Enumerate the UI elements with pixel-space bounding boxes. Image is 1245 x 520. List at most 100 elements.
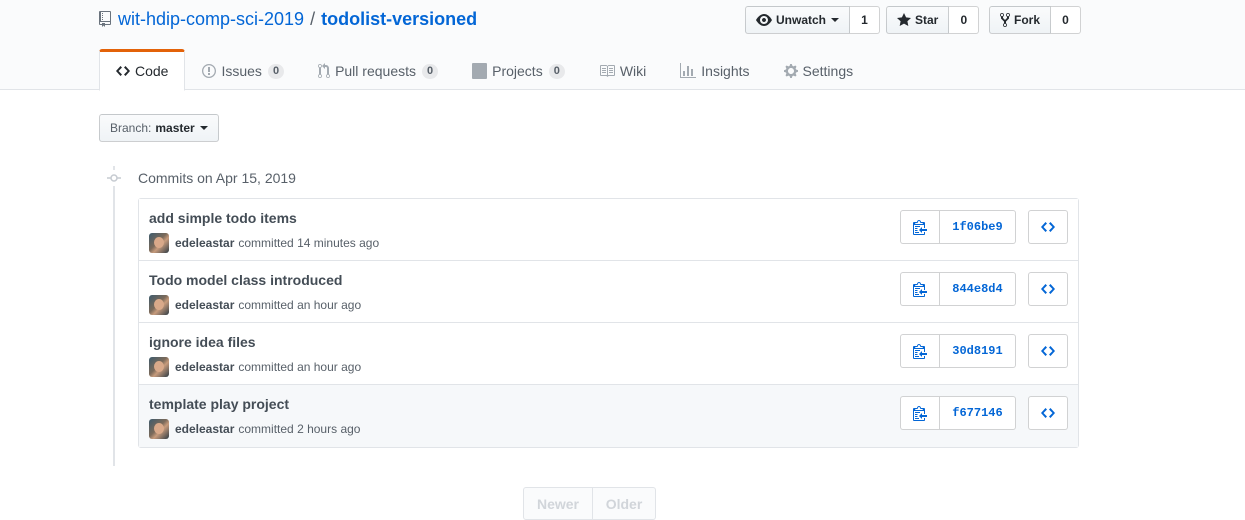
repo-owner-link[interactable]: wit-hdip-comp-sci-2019 — [118, 9, 304, 30]
tab-projects[interactable]: Projects 0 — [455, 49, 582, 91]
project-icon — [472, 63, 488, 79]
repo-separator: / — [310, 8, 316, 29]
clippy-icon — [913, 406, 927, 421]
commit-author-link[interactable]: edeleastar — [175, 236, 234, 250]
commit-message-link[interactable]: template play project — [149, 396, 289, 412]
commit-row: add simple todo items edeleastar committ… — [139, 199, 1078, 261]
tab-insights[interactable]: Insights — [663, 49, 766, 91]
code-icon — [1041, 222, 1055, 232]
repo-forked-icon — [1000, 12, 1010, 28]
older-button: Older — [593, 487, 656, 520]
git-pull-request-icon — [318, 63, 331, 79]
commit-sha-link[interactable]: 844e8d4 — [940, 272, 1016, 306]
fork-label: Fork — [1014, 13, 1041, 27]
commit-author-link[interactable]: edeleastar — [175, 360, 234, 374]
watchers-count[interactable]: 1 — [850, 6, 881, 34]
star-icon — [897, 13, 911, 26]
newer-button: Newer — [523, 487, 593, 520]
commit-row: template play project edeleastar committ… — [139, 385, 1078, 447]
tab-issues[interactable]: Issues 0 — [185, 49, 301, 91]
commit-actions: f677146 — [900, 396, 1068, 430]
commit-actions: 1f06be9 — [900, 210, 1068, 244]
commit-author-link[interactable]: edeleastar — [175, 298, 234, 312]
unwatch-button[interactable]: Unwatch — [745, 6, 851, 34]
commit-actions: 30d8191 — [900, 334, 1068, 368]
watch-group: Unwatch 1 — [745, 6, 881, 34]
star-group: Star 0 — [886, 6, 980, 34]
branch-name: master — [155, 121, 195, 135]
forks-count[interactable]: 0 — [1051, 6, 1082, 34]
pagination: Newer Older — [523, 487, 656, 520]
copy-sha-button[interactable] — [900, 396, 940, 430]
projects-counter: 0 — [548, 63, 565, 79]
issue-opened-icon — [202, 64, 217, 78]
commit-actions: 844e8d4 — [900, 272, 1068, 306]
commit-row: Todo model class introduced edeleastar c… — [139, 261, 1078, 323]
tab-wiki[interactable]: Wiki — [582, 49, 663, 91]
copy-sha-button[interactable] — [900, 210, 940, 244]
commit-action: committed — [238, 236, 294, 250]
clippy-icon — [913, 282, 927, 297]
browse-files-button[interactable] — [1028, 210, 1068, 244]
pull-requests-counter: 0 — [422, 63, 439, 79]
copy-sha-button[interactable] — [900, 272, 940, 306]
commit-row: ignore idea files edeleastar committed a… — [139, 323, 1078, 385]
graph-icon — [680, 63, 697, 78]
tab-code[interactable]: Code — [99, 49, 186, 91]
avatar[interactable] — [149, 295, 169, 315]
code-icon — [1041, 408, 1055, 418]
timeline-line — [113, 166, 115, 466]
browse-files-button[interactable] — [1028, 396, 1068, 430]
tab-pull-requests-label: Pull requests — [335, 63, 416, 79]
commit-action: committed — [238, 360, 294, 374]
commit-action: committed — [238, 422, 294, 436]
sha-group: 844e8d4 — [900, 272, 1016, 306]
commit-time: 2 hours ago — [297, 422, 361, 436]
commit-action: committed — [238, 298, 294, 312]
commit-sha-link[interactable]: 30d8191 — [940, 334, 1016, 368]
repo-name-link[interactable]: todolist-versioned — [321, 9, 477, 30]
branch-select-button[interactable]: Branch: master — [99, 114, 219, 142]
commit-sha-link[interactable]: 1f06be9 — [940, 210, 1016, 244]
tab-code-label: Code — [135, 63, 169, 79]
commit-message-link[interactable]: add simple todo items — [149, 210, 297, 226]
sha-group: f677146 — [900, 396, 1016, 430]
clippy-icon — [913, 220, 927, 235]
sha-group: 1f06be9 — [900, 210, 1016, 244]
commit-time: an hour ago — [297, 360, 362, 374]
avatar[interactable] — [149, 357, 169, 377]
avatar[interactable] — [149, 233, 169, 253]
book-icon — [599, 65, 615, 77]
repo-icon — [99, 11, 111, 27]
tab-pull-requests[interactable]: Pull requests 0 — [301, 49, 455, 91]
commit-time: 14 minutes ago — [297, 236, 380, 250]
stargazers-count[interactable]: 0 — [949, 6, 980, 34]
repo-nav: Code Issues 0 Pull requests 0 Projects 0 — [99, 49, 870, 91]
browse-files-button[interactable] — [1028, 334, 1068, 368]
code-icon — [1041, 284, 1055, 294]
commit-author-link[interactable]: edeleastar — [175, 422, 234, 436]
chevron-down-icon — [831, 18, 840, 22]
code-icon — [116, 66, 130, 76]
commit-message-link[interactable]: ignore idea files — [149, 334, 256, 350]
commit-message-link[interactable]: Todo model class introduced — [149, 272, 342, 288]
commit-group-title: Commits on Apr 15, 2019 — [138, 170, 296, 186]
issues-counter: 0 — [267, 63, 285, 79]
sha-group: 30d8191 — [900, 334, 1016, 368]
star-button[interactable]: Star — [886, 6, 950, 34]
commit-sha-link[interactable]: f677146 — [940, 396, 1016, 430]
avatar[interactable] — [149, 419, 169, 439]
repo-title: wit-hdip-comp-sci-2019 / todolist-versio… — [99, 7, 477, 31]
tab-issues-label: Issues — [221, 63, 262, 79]
commit-meta: edeleastar committed 2 hours ago — [149, 419, 360, 439]
eye-icon — [756, 14, 772, 26]
commit-list: add simple todo items edeleastar committ… — [138, 198, 1079, 448]
copy-sha-button[interactable] — [900, 334, 940, 368]
tab-settings[interactable]: Settings — [767, 49, 871, 91]
fork-button[interactable]: Fork — [989, 6, 1052, 34]
unwatch-label: Unwatch — [776, 13, 827, 27]
clippy-icon — [913, 344, 927, 359]
browse-files-button[interactable] — [1028, 272, 1068, 306]
commit-time: an hour ago — [297, 298, 362, 312]
commit-meta: edeleastar committed an hour ago — [149, 357, 361, 377]
